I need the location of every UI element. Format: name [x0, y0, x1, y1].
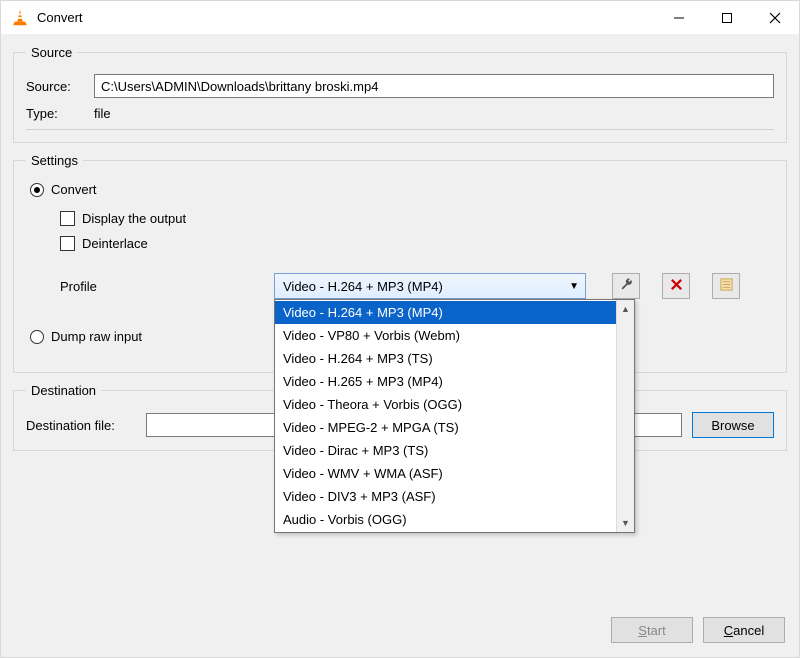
source-label: Source: — [26, 79, 84, 94]
titlebar: Convert — [1, 1, 799, 35]
profile-option[interactable]: Video - Theora + Vorbis (OGG) — [275, 393, 616, 416]
scroll-up-icon[interactable]: ▲ — [617, 300, 634, 318]
profile-option[interactable]: Video - Dirac + MP3 (TS) — [275, 439, 616, 462]
dropdown-scrollbar[interactable]: ▲ ▼ — [616, 300, 634, 532]
settings-legend: Settings — [26, 153, 83, 168]
new-profile-button[interactable] — [712, 273, 740, 299]
checkbox-icon — [60, 211, 75, 226]
profile-label: Profile — [60, 279, 260, 294]
source-group: Source Source: Type: file — [13, 45, 787, 143]
type-label: Type: — [26, 106, 84, 121]
wrench-icon — [619, 277, 634, 295]
delete-x-icon — [669, 277, 684, 295]
type-value: file — [94, 106, 774, 121]
cancel-button[interactable]: Cancel — [703, 617, 785, 643]
convert-radio[interactable]: Convert — [30, 182, 774, 197]
browse-button[interactable]: Browse — [692, 412, 774, 438]
display-output-checkbox[interactable]: Display the output — [60, 211, 774, 226]
client-area: Source Source: Type: file Settings Conve… — [1, 35, 799, 657]
source-input[interactable] — [94, 74, 774, 98]
delete-profile-button[interactable] — [662, 273, 690, 299]
profile-option[interactable]: Audio - Vorbis (OGG) — [275, 508, 616, 531]
convert-radio-label: Convert — [51, 182, 97, 197]
dump-raw-input-label: Dump raw input — [51, 329, 142, 344]
window-title: Convert — [37, 10, 655, 25]
profile-option[interactable]: Video - DIV3 + MP3 (ASF) — [275, 485, 616, 508]
radio-icon — [30, 183, 44, 197]
convert-dialog-window: Convert Source Source: Type: file — [0, 0, 800, 658]
profile-selected-value: Video - H.264 + MP3 (MP4) — [283, 279, 443, 294]
deinterlace-checkbox[interactable]: Deinterlace — [60, 236, 774, 251]
deinterlace-label: Deinterlace — [82, 236, 148, 251]
profile-option[interactable]: Video - WMV + WMA (ASF) — [275, 462, 616, 485]
profile-option-list: Video - H.264 + MP3 (MP4)Video - VP80 + … — [275, 300, 616, 532]
radio-icon — [30, 330, 44, 344]
dialog-button-row: Start Cancel — [611, 617, 785, 643]
chevron-down-icon: ▼ — [569, 281, 579, 292]
source-divider — [26, 129, 774, 130]
window-controls — [655, 1, 799, 34]
display-output-label: Display the output — [82, 211, 186, 226]
profile-dropdown-popup: Video - H.264 + MP3 (MP4)Video - VP80 + … — [274, 299, 635, 533]
profile-option[interactable]: Video - H.264 + MP3 (MP4) — [275, 301, 616, 324]
profile-option[interactable]: Video - H.264 + MP3 (TS) — [275, 347, 616, 370]
minimize-button[interactable] — [655, 1, 703, 34]
destination-file-label: Destination file: — [26, 418, 136, 433]
start-button[interactable]: Start — [611, 617, 693, 643]
profile-combobox[interactable]: Video - H.264 + MP3 (MP4) ▼ — [274, 273, 586, 299]
profile-option[interactable]: Video - VP80 + Vorbis (Webm) — [275, 324, 616, 347]
destination-legend: Destination — [26, 383, 101, 398]
vlc-cone-icon — [11, 9, 29, 27]
profile-option[interactable]: Video - H.265 + MP3 (MP4) — [275, 370, 616, 393]
close-button[interactable] — [751, 1, 799, 34]
edit-profile-button[interactable] — [612, 273, 640, 299]
profile-option[interactable]: Video - MPEG-2 + MPGA (TS) — [275, 416, 616, 439]
source-legend: Source — [26, 45, 77, 60]
scroll-down-icon[interactable]: ▼ — [617, 514, 634, 532]
checkbox-icon — [60, 236, 75, 251]
maximize-button[interactable] — [703, 1, 751, 34]
new-profile-icon — [719, 277, 734, 295]
